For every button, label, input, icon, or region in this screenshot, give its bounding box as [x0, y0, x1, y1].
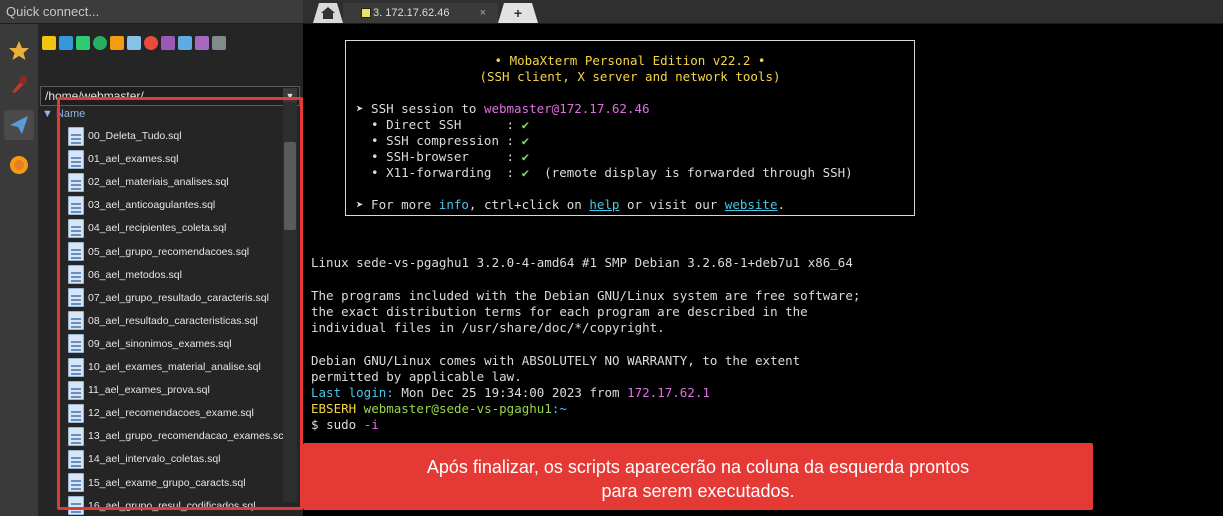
- home-icon: [321, 7, 335, 19]
- uname-line: Linux sede-vs-pgaghu1 3.2.0-4-amd64 #1 S…: [311, 255, 853, 270]
- prompt-line: EBSERH webmaster@sede-vs-pgaghu1:~: [311, 401, 567, 416]
- parent-folder-icon[interactable]: [42, 36, 56, 50]
- callout-line-2: para serem executados.: [601, 481, 795, 501]
- macros-button[interactable]: [4, 150, 34, 180]
- sidebar: [0, 24, 38, 516]
- properties-icon[interactable]: [178, 36, 192, 50]
- upload-icon[interactable]: [76, 36, 90, 50]
- new-file-icon[interactable]: [127, 36, 141, 50]
- refresh-icon[interactable]: [93, 36, 107, 50]
- close-tab-icon[interactable]: ×: [480, 7, 486, 19]
- paper-plane-icon: [10, 116, 28, 134]
- banner-title: • MobaXterm Personal Edition v22.2 •: [494, 53, 766, 68]
- left-panel: Quick connect... /home/webmaster/ ▼ ▼ Na…: [0, 0, 303, 516]
- welcome-banner: • MobaXterm Personal Edition v22.2 • (SS…: [345, 40, 915, 216]
- sort-arrow-icon: ▼: [42, 108, 56, 120]
- feature-direct-ssh: • Direct SSH : ✔: [356, 117, 530, 132]
- banner-subtitle: (SSH client, X server and network tools): [479, 69, 781, 84]
- show-hidden-icon[interactable]: [212, 36, 226, 50]
- warranty-line-1: Debian GNU/Linux comes with ABSOLUTELY N…: [311, 353, 801, 368]
- warranty-line-2: permitted by applicable law.: [311, 369, 522, 384]
- callout-line-1: Após finalizar, os scripts aparecerão na…: [426, 457, 970, 477]
- globe-icon: [10, 156, 28, 174]
- quick-connect-input[interactable]: Quick connect...: [0, 0, 303, 24]
- terminal-icon: [361, 8, 371, 18]
- command-line: $ sudo -i: [311, 417, 379, 432]
- tools-icon: [12, 76, 27, 93]
- website-link[interactable]: website: [725, 197, 778, 212]
- banner-info-line: ➤ For more info, ctrl+click on help or v…: [356, 197, 786, 212]
- download-icon[interactable]: [59, 36, 73, 50]
- feature-ssh-browser: • SSH-browser : ✔: [356, 149, 530, 164]
- tab-session[interactable]: 3. 172.17.62.46 ×: [343, 3, 498, 23]
- help-link[interactable]: help: [589, 197, 619, 212]
- new-folder-icon[interactable]: [110, 36, 124, 50]
- sftp-button[interactable]: [4, 110, 34, 140]
- last-login-line: Last login: Mon Dec 25 19:34:00 2023 fro…: [311, 385, 710, 400]
- highlight-box: [57, 97, 303, 510]
- new-tab-button[interactable]: +: [498, 3, 538, 23]
- home-tab[interactable]: [313, 3, 343, 23]
- feature-compression: • SSH compression : ✔: [356, 133, 530, 148]
- motd-line-3: individual files in /usr/share/doc/*/cop…: [311, 320, 665, 335]
- tab-bar: 3. 172.17.62.46 × +: [303, 0, 1223, 24]
- info-link[interactable]: info: [439, 197, 469, 212]
- delete-icon[interactable]: [144, 36, 158, 50]
- motd-line-2: the exact distribution terms for each pr…: [311, 304, 808, 319]
- file-toolbar: [38, 32, 303, 54]
- instruction-callout: Após finalizar, os scripts aparecerão na…: [303, 443, 1093, 510]
- tools-button[interactable]: [4, 70, 34, 100]
- motd-line-1: The programs included with the Debian GN…: [311, 288, 861, 303]
- rename-icon[interactable]: [161, 36, 175, 50]
- feature-x11: • X11-forwarding : ✔ (remote display is …: [356, 165, 853, 180]
- star-icon: [9, 41, 29, 60]
- sessions-star-button[interactable]: [4, 36, 34, 66]
- banner-session-line: ➤ SSH session to webmaster@172.17.62.46: [356, 101, 650, 116]
- follow-terminal-icon[interactable]: [195, 36, 209, 50]
